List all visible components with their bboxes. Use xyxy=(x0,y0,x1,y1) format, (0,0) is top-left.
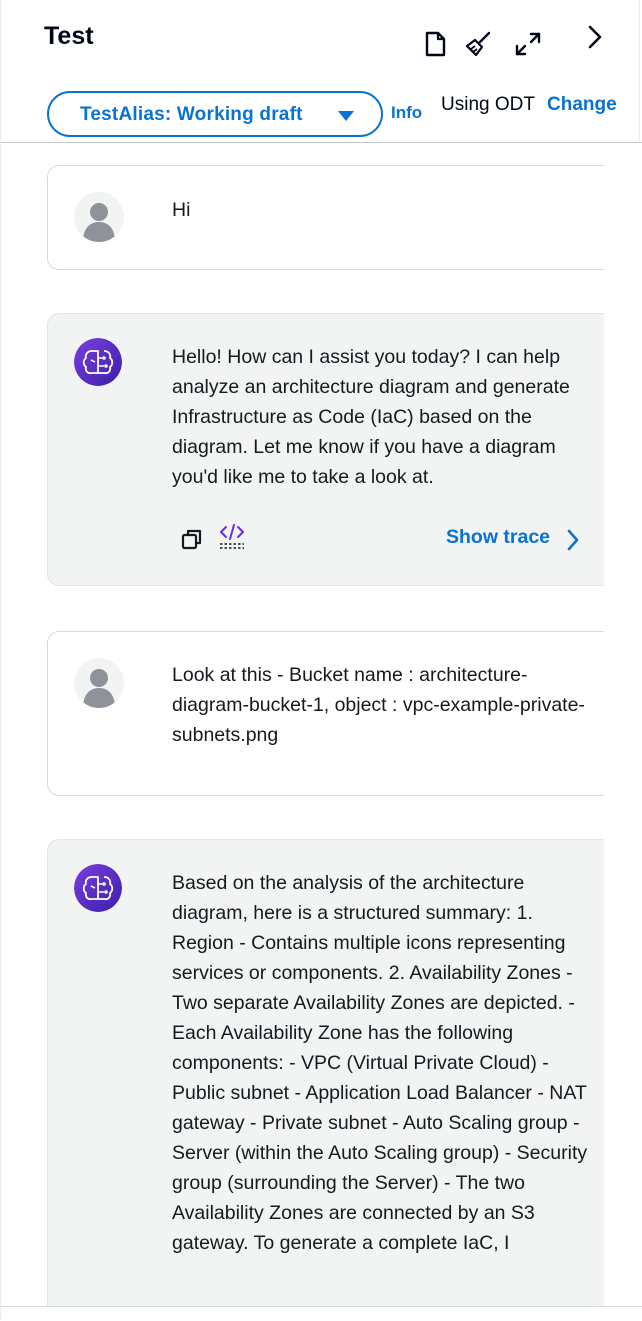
chat-right-edge xyxy=(604,143,641,1306)
change-link[interactable]: Change xyxy=(547,94,617,116)
document-icon[interactable] xyxy=(425,31,447,57)
agent-message: Hello! How can I assist you today? I can… xyxy=(47,313,627,586)
agent-brain-icon xyxy=(74,338,122,386)
panel-title: Test xyxy=(44,22,94,50)
broom-icon[interactable] xyxy=(464,30,492,58)
user-avatar-icon xyxy=(74,192,124,242)
code-icon[interactable] xyxy=(219,523,245,551)
user-avatar-icon xyxy=(74,658,124,708)
agent-brain-icon xyxy=(74,864,122,912)
info-link[interactable]: Info xyxy=(391,103,422,123)
test-panel: Test TestAlias: Working draft Info Using… xyxy=(0,0,642,1321)
message-text: Hi xyxy=(172,199,191,221)
caret-down-icon xyxy=(338,111,354,121)
show-trace-link[interactable]: Show trace xyxy=(446,526,550,549)
alias-selector[interactable]: TestAlias: Working draft xyxy=(47,91,383,137)
message-text: Look at this - Bucket name : architectur… xyxy=(172,664,585,746)
chevron-right-icon[interactable] xyxy=(566,529,580,551)
message-text: Based on the analysis of the architectur… xyxy=(172,872,588,1254)
chevron-right-icon[interactable] xyxy=(587,24,603,50)
alias-selector-label: TestAlias: Working draft xyxy=(80,104,303,125)
expand-icon[interactable] xyxy=(514,31,542,57)
message-text: Hello! How can I assist you today? I can… xyxy=(172,346,570,488)
chat-input-edge xyxy=(1,1306,642,1321)
user-message: Hi xyxy=(47,165,627,270)
chat-messages[interactable]: Hi Hello! How can I assist you today? I … xyxy=(1,143,642,1306)
using-model-text: Using ODT xyxy=(441,94,535,115)
agent-message: Based on the analysis of the architectur… xyxy=(47,839,627,1306)
copy-icon[interactable] xyxy=(181,528,203,550)
user-message: Look at this - Bucket name : architectur… xyxy=(47,631,627,796)
